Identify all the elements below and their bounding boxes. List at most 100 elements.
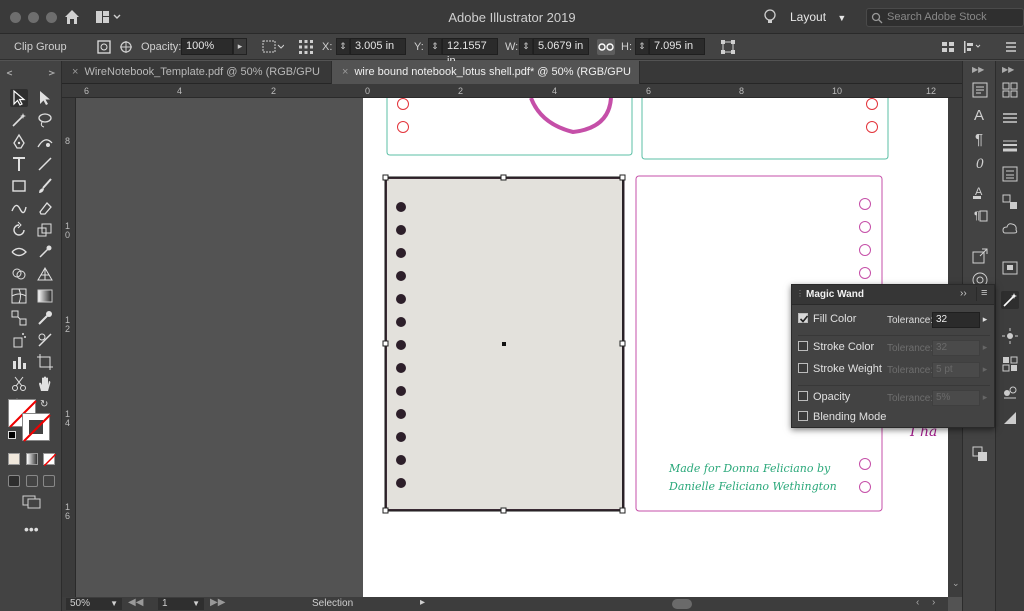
- shape-builder-tool-icon[interactable]: [10, 265, 28, 283]
- paragraph-panel-icon[interactable]: ¶: [971, 129, 989, 148]
- vertical-ruler[interactable]: 8 1 0 1 2 1 4 1 6: [62, 98, 76, 597]
- collapse-dock-icon[interactable]: ▶▶: [972, 65, 984, 74]
- magic-wand-tool-icon[interactable]: [10, 111, 28, 129]
- magic-wand-panel-icon[interactable]: [1001, 291, 1019, 309]
- align-icon[interactable]: [940, 39, 956, 55]
- align-to-icon[interactable]: [262, 39, 285, 55]
- status-menu-arrow-icon[interactable]: ▸: [420, 597, 425, 608]
- swap-fill-stroke-icon[interactable]: ↻: [40, 399, 50, 410]
- last-artboard-icon[interactable]: ▶▶: [210, 597, 225, 608]
- navigator-icon[interactable]: [1001, 259, 1019, 277]
- blending-mode-checkbox[interactable]: [798, 411, 808, 421]
- scroll-thumb[interactable]: [672, 599, 692, 609]
- opentype-panel-icon[interactable]: 0: [971, 153, 989, 172]
- collapse-dock-icon[interactable]: ▶▶: [1002, 65, 1014, 74]
- brushes-panel-icon[interactable]: [1001, 383, 1019, 401]
- column-graph-tool-icon[interactable]: [10, 353, 28, 371]
- hand-tool-icon[interactable]: [36, 375, 54, 393]
- symbol-sprayer-tool-icon[interactable]: [10, 331, 28, 349]
- pathfinder-icon[interactable]: [971, 445, 989, 463]
- rectangle-tool-icon[interactable]: [10, 177, 28, 195]
- scroll-down-icon[interactable]: ⌄: [952, 578, 960, 589]
- cc-libraries-icon[interactable]: [1001, 221, 1019, 239]
- fill-color-checkbox[interactable]: [798, 313, 809, 323]
- x-stepper[interactable]: ⇕: [336, 38, 350, 55]
- h-input[interactable]: 7.095 in: [649, 38, 705, 55]
- direct-selection-tool-icon[interactable]: [36, 89, 54, 107]
- stroke-weight-option[interactable]: Stroke Weight: [798, 363, 882, 375]
- stroke-weight-checkbox[interactable]: [798, 363, 808, 373]
- h-stepper[interactable]: ⇕: [635, 38, 649, 55]
- tab-wire-bound-notebook[interactable]: × wire bound notebook_lotus shell.pdf* @ …: [332, 61, 640, 101]
- stroke-swatch[interactable]: [22, 413, 51, 442]
- close-tab-icon[interactable]: ×: [72, 66, 78, 78]
- pen-tool-icon[interactable]: [10, 133, 28, 151]
- line-segment-tool-icon[interactable]: [36, 155, 54, 173]
- rotate-tool-icon[interactable]: [10, 221, 28, 239]
- blending-mode-option[interactable]: Blending Mode: [798, 411, 886, 423]
- lasso-tool-icon[interactable]: [36, 111, 54, 129]
- home-icon[interactable]: [63, 8, 81, 26]
- edit-toolbar-icon[interactable]: •••: [24, 521, 39, 537]
- character-panel-icon[interactable]: A: [971, 105, 989, 124]
- gradient-mode-icon[interactable]: [26, 453, 38, 465]
- stroke-color-checkbox[interactable]: [798, 341, 808, 351]
- zoom-window-button[interactable]: [46, 12, 57, 23]
- lightbulb-icon[interactable]: [762, 8, 778, 26]
- layers-panel-icon[interactable]: [1001, 109, 1019, 127]
- scroll-left-icon[interactable]: ‹: [916, 597, 919, 608]
- control-bar-menu-icon[interactable]: [1004, 39, 1020, 55]
- fill-color-option[interactable]: Fill Color: [798, 313, 856, 325]
- blend-tool-icon[interactable]: [10, 309, 28, 327]
- shaper-tool-icon[interactable]: [10, 199, 28, 217]
- distribute-icon[interactable]: [962, 39, 981, 55]
- reference-point-icon[interactable]: [298, 39, 314, 55]
- stroke-color-option[interactable]: Stroke Color: [798, 341, 874, 353]
- w-input[interactable]: 5.0679 in: [533, 38, 589, 55]
- panel-menu-icon[interactable]: ≡: [981, 287, 987, 299]
- first-artboard-icon[interactable]: ◀◀: [128, 597, 143, 608]
- eraser-tool-icon[interactable]: [36, 199, 54, 217]
- panel-header[interactable]: ⋮ Magic Wand ›› ≡: [792, 285, 994, 305]
- none-mode-icon[interactable]: [43, 453, 57, 467]
- workspace-switcher[interactable]: Layout ▼: [790, 8, 852, 26]
- slice-tool-icon[interactable]: [36, 331, 54, 349]
- swatches-panel-icon[interactable]: [1001, 81, 1019, 99]
- horizontal-scrollbar[interactable]: ‹ ›: [436, 597, 948, 611]
- minimize-window-button[interactable]: [28, 12, 39, 23]
- puppet-warp-tool-icon[interactable]: [36, 243, 54, 261]
- opacity-input[interactable]: 100%: [181, 38, 233, 55]
- drag-handle-icon[interactable]: ⋮: [796, 289, 804, 298]
- stroke-panel-icon[interactable]: [1001, 137, 1019, 155]
- collapse-panel-icon[interactable]: ››: [960, 288, 967, 299]
- artboard-tool-icon[interactable]: [36, 353, 54, 371]
- fill-tolerance-arrow-icon[interactable]: ▸: [980, 312, 990, 328]
- export-for-screens-icon[interactable]: [971, 247, 989, 265]
- mesh-tool-icon[interactable]: [10, 287, 28, 305]
- selection-tool-icon[interactable]: [10, 89, 28, 107]
- appearance-panel-icon[interactable]: [1001, 165, 1019, 183]
- close-tab-icon[interactable]: ×: [342, 66, 348, 78]
- adobe-stock-search[interactable]: Search Adobe Stock: [866, 8, 1024, 27]
- y-stepper[interactable]: ⇕: [428, 38, 442, 55]
- screen-mode-icon[interactable]: [22, 495, 42, 509]
- draw-inside-icon[interactable]: [43, 475, 55, 487]
- properties-panel-icon[interactable]: [971, 81, 989, 99]
- scale-tool-icon[interactable]: [36, 221, 54, 239]
- draw-behind-icon[interactable]: [26, 475, 38, 487]
- artboard-number-field[interactable]: 1 ▼: [158, 598, 204, 610]
- edit-contents-icon[interactable]: [118, 39, 134, 55]
- tools-panel-collapse-handle[interactable]: [5, 67, 57, 76]
- opacity-arrow-button[interactable]: ▸: [233, 38, 247, 55]
- paintbrush-tool-icon[interactable]: [36, 177, 54, 195]
- color-mode-icon[interactable]: [8, 453, 20, 465]
- gradient-tool-icon[interactable]: [36, 287, 54, 305]
- draw-normal-icon[interactable]: [8, 475, 20, 487]
- align-panel-icon[interactable]: [1001, 355, 1019, 373]
- horizontal-ruler[interactable]: 6 4 2 0 2 4 6 8 10 12: [62, 84, 962, 98]
- scissors-tool-icon[interactable]: [10, 375, 28, 393]
- character-styles-icon[interactable]: A: [971, 183, 989, 201]
- opacity-option[interactable]: Opacity: [798, 391, 850, 403]
- zoom-level-field[interactable]: 50% ▼: [66, 598, 122, 610]
- tab-wirenotebook-template[interactable]: × WireNotebook_Template.pdf @ 50% (RGB/GP…: [62, 61, 332, 101]
